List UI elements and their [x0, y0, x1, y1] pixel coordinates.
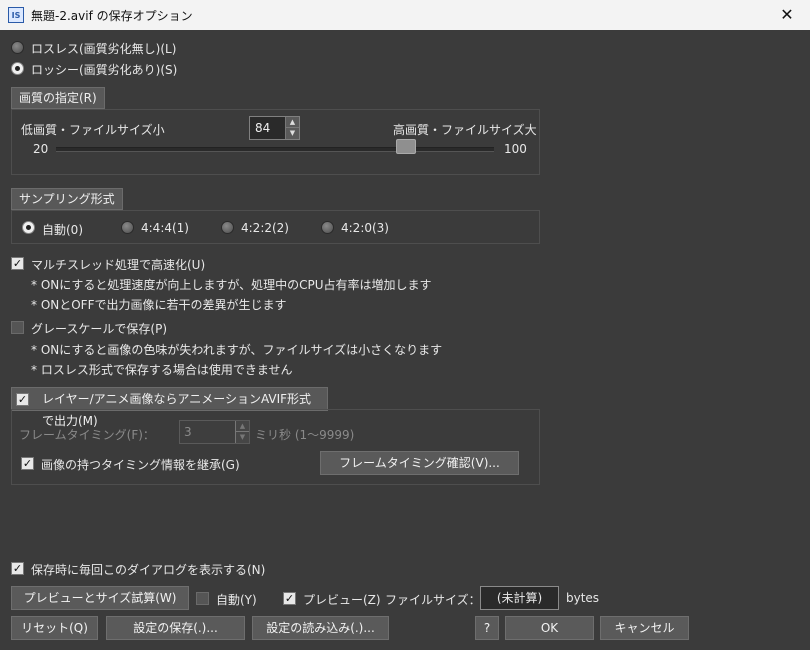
lossy-label[interactable]: ロッシー(画質劣化あり)(S)	[31, 61, 177, 78]
sampling-auto-label[interactable]: 自動(0)	[42, 221, 83, 238]
sampling-444-label[interactable]: 4:4:4(1)	[141, 221, 189, 235]
title-bar: IS 無題-2.avif の保存オプション ✕	[0, 0, 810, 30]
sampling-422-label[interactable]: 4:2:2(2)	[241, 221, 289, 235]
frame-timing-value[interactable]: 3	[184, 425, 192, 439]
show-dialog-label[interactable]: 保存時に毎回このダイアログを表示する(N)	[31, 561, 265, 578]
filesize-unit: bytes	[566, 591, 600, 605]
chevron-down-icon[interactable]: ▼	[235, 432, 249, 443]
filesize-value: (未計算)	[480, 586, 559, 610]
quality-max-label: 100	[504, 142, 527, 156]
load-settings-button[interactable]: 設定の読み込み(.)...	[252, 616, 389, 640]
ok-button[interactable]: OK	[505, 616, 594, 640]
auto-checkbox[interactable]	[196, 592, 209, 605]
multithread-note-1: * ONにすると処理速度が向上しますが、処理中のCPU占有率は増加します	[31, 278, 432, 292]
chevron-up-icon[interactable]: ▲	[285, 117, 299, 128]
radio-sampling-auto[interactable]	[22, 221, 35, 234]
chevron-up-icon[interactable]: ▲	[235, 421, 249, 432]
high-quality-label: 高画質・ファイルサイズ大	[393, 123, 537, 137]
quality-slider-thumb[interactable]	[396, 139, 417, 154]
sampling-section-tab: サンプリング形式	[11, 188, 123, 210]
chevron-down-icon[interactable]: ▼	[285, 128, 299, 139]
frame-timing-label: フレームタイミング(F)：	[19, 428, 155, 442]
app-icon: IS	[8, 7, 24, 23]
radio-lossy[interactable]	[11, 62, 24, 75]
quality-stepper-arrows[interactable]: ▲ ▼	[285, 117, 299, 139]
inherit-timing-label[interactable]: 画像の持つタイミング情報を継承(G)	[41, 456, 240, 473]
low-quality-label: 低画質・ファイルサイズ小	[21, 123, 165, 137]
grayscale-note-2: * ロスレス形式で保存する場合は使用できません	[31, 363, 293, 377]
quality-stepper[interactable]: 84 ▲ ▼	[249, 116, 300, 140]
lossless-label[interactable]: ロスレス(画質劣化無し)(L)	[31, 40, 176, 57]
radio-sampling-420[interactable]	[321, 221, 334, 234]
filesize-label: ファイルサイズ：	[385, 593, 481, 607]
grayscale-label[interactable]: グレースケールで保存(P)	[31, 320, 167, 337]
window-title: 無題-2.avif の保存オプション	[31, 9, 193, 23]
radio-sampling-422[interactable]	[221, 221, 234, 234]
frame-timing-unit: ミリ秒 (1～9999)	[255, 428, 355, 442]
preview-checkbox[interactable]: ✓	[283, 592, 296, 605]
auto-label[interactable]: 自動(Y)	[216, 591, 257, 608]
quality-value[interactable]: 84	[255, 121, 270, 135]
close-icon[interactable]: ✕	[764, 0, 810, 30]
grayscale-note-1: * ONにすると画像の色味が失われますが、ファイルサイズは小さくなります	[31, 343, 443, 357]
quality-slider-track[interactable]	[56, 147, 494, 152]
cancel-button[interactable]: キャンセル	[600, 616, 689, 640]
multithread-note-2: * ONとOFFで出力画像に若干の差異が生じます	[31, 298, 287, 312]
frame-timing-arrows[interactable]: ▲ ▼	[235, 421, 249, 443]
sampling-420-label[interactable]: 4:2:0(3)	[341, 221, 389, 235]
show-dialog-checkbox[interactable]: ✓	[11, 562, 24, 575]
quality-section-tab: 画質の指定(R)	[11, 87, 105, 109]
animation-checkbox[interactable]: ✓	[16, 393, 29, 406]
preview-label[interactable]: プレビュー(Z)	[303, 591, 381, 608]
save-settings-button[interactable]: 設定の保存(.)...	[106, 616, 245, 640]
inherit-timing-checkbox[interactable]: ✓	[21, 457, 34, 470]
quality-min-label: 20	[33, 142, 49, 156]
multithread-checkbox[interactable]: ✓	[11, 257, 24, 270]
preview-trial-button[interactable]: プレビューとサイズ試算(W)	[11, 586, 189, 610]
animation-section-tab[interactable]: レイヤー/アニメ画像ならアニメーションAVIF形式で出力(M)	[11, 387, 328, 428]
multithread-label[interactable]: マルチスレッド処理で高速化(U)	[31, 256, 205, 273]
help-button[interactable]: ?	[475, 616, 499, 640]
radio-lossless[interactable]	[11, 41, 24, 54]
grayscale-checkbox[interactable]	[11, 321, 24, 334]
reset-button[interactable]: リセット(Q)	[11, 616, 98, 640]
frame-timing-stepper[interactable]: 3 ▲ ▼	[179, 420, 250, 444]
frame-timing-confirm-button[interactable]: フレームタイミング確認(V)...	[320, 451, 519, 475]
radio-sampling-444[interactable]	[121, 221, 134, 234]
